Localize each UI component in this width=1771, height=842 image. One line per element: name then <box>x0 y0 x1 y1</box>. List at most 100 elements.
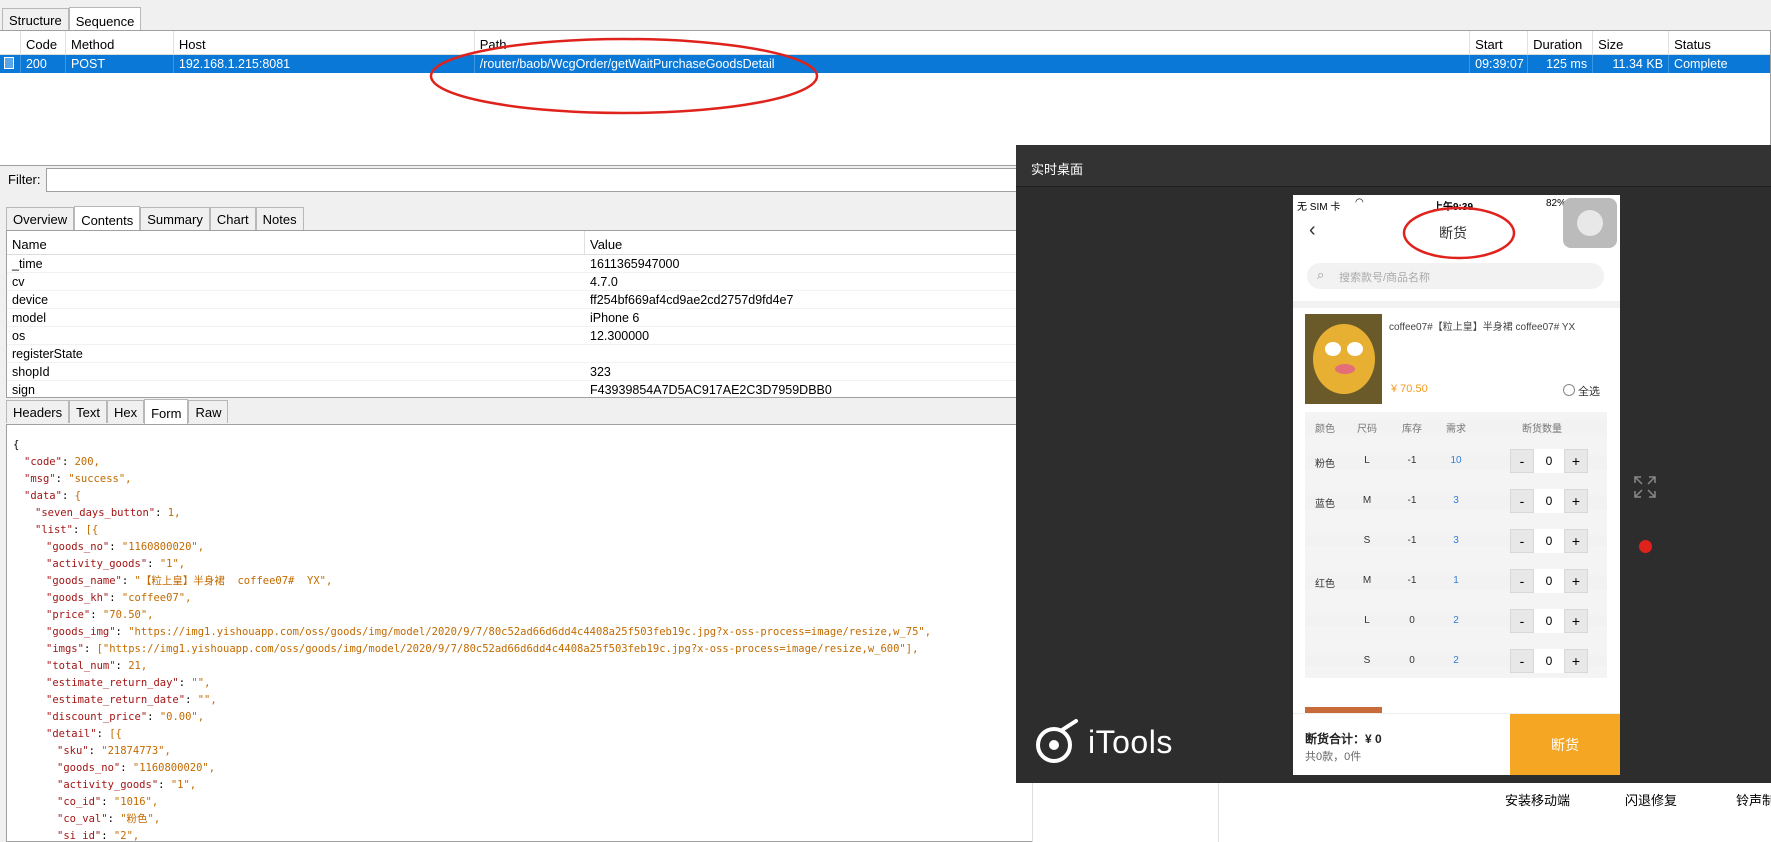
tab-raw[interactable]: Raw <box>188 400 229 423</box>
column-header-host[interactable]: Host <box>174 31 475 54</box>
quantity-value[interactable]: 0 <box>1534 649 1564 673</box>
json-key: "data" <box>24 490 62 502</box>
json-key: "co_id" <box>57 796 102 808</box>
plus-button[interactable]: + <box>1564 609 1588 633</box>
plus-button[interactable]: + <box>1564 449 1588 473</box>
tab-text[interactable]: Text <box>69 400 107 423</box>
quantity-value[interactable]: 0 <box>1534 609 1564 633</box>
json-key: "activity_goods" <box>46 558 148 570</box>
sku-grid-header: 颜色 尺码 库存 需求 断货数量 <box>1305 420 1607 435</box>
form-row-name: sign <box>12 383 35 397</box>
search-area: ⌕ 搜索款号/商品名称 <box>1293 257 1620 301</box>
column-header-start[interactable]: Start <box>1470 31 1529 54</box>
quantity-value[interactable]: 0 <box>1534 569 1564 593</box>
stockout-button[interactable]: 断货 <box>1510 714 1620 775</box>
sku-color <box>1305 535 1345 546</box>
session-host: 192.168.1.215:8081 <box>174 55 475 73</box>
plus-button[interactable]: + <box>1564 489 1588 513</box>
minus-button[interactable]: - <box>1510 529 1534 553</box>
column-header-duration[interactable]: Duration <box>1528 31 1594 54</box>
plus-button[interactable]: + <box>1564 649 1588 673</box>
bg-crash-fix[interactable]: 闪退修复 <box>1625 790 1677 809</box>
bg-install-mobile[interactable]: 安装移动端 <box>1505 790 1570 809</box>
back-icon[interactable]: ‹ <box>1309 219 1316 242</box>
json-value: 200, <box>74 456 100 468</box>
column-header-name[interactable]: Name <box>7 231 585 254</box>
minus-button[interactable]: - <box>1510 649 1534 673</box>
json-colon: : <box>147 711 160 723</box>
json-key: "code" <box>24 456 62 468</box>
product-price: ¥ 70.50 <box>1391 383 1428 395</box>
tab-overview[interactable]: Overview <box>6 207 75 230</box>
session-start: 09:39:07 <box>1470 55 1529 73</box>
json-key: "sku" <box>57 745 89 757</box>
background-divider <box>1218 783 1219 842</box>
minus-button[interactable]: - <box>1510 489 1534 513</box>
sku-size: S <box>1363 535 1371 546</box>
minus-button[interactable]: - <box>1510 609 1534 633</box>
phone-screen: 无 SIM 卡 ◠ 上午9:39 82% ‹ 断货 ⌕ 搜索款号/商品名称 co… <box>1293 195 1620 775</box>
sku-color <box>1305 655 1345 666</box>
json-colon: : <box>96 728 110 740</box>
json-key: "estimate_return_date" <box>46 694 186 706</box>
form-row-name: device <box>12 293 49 307</box>
sku-stock: -1 <box>1407 535 1417 546</box>
json-key: "activity_goods" <box>57 779 159 791</box>
bg-ringtone[interactable]: 铃声制 <box>1736 790 1771 809</box>
sku-demand: 1 <box>1453 575 1459 586</box>
column-header-method[interactable]: Method <box>66 31 174 54</box>
quantity-value[interactable]: 0 <box>1534 489 1564 513</box>
json-key: "co_val" <box>57 813 108 825</box>
document-icon <box>0 55 21 73</box>
column-header-code[interactable]: Code <box>21 31 66 54</box>
json-key: "goods_kh" <box>46 592 110 604</box>
json-value: [{ <box>109 728 122 740</box>
minus-button[interactable]: - <box>1510 569 1534 593</box>
tab-structure[interactable]: Structure <box>2 8 69 31</box>
column-header-path[interactable]: Path <box>475 31 1471 54</box>
product-image[interactable] <box>1305 314 1382 404</box>
json-value: "success", <box>68 473 132 485</box>
sku-grid-header-cell: 颜色 <box>1315 424 1335 435</box>
tab-chart[interactable]: Chart <box>209 207 256 230</box>
json-value: "粉色", <box>120 813 161 825</box>
search-input[interactable]: ⌕ 搜索款号/商品名称 <box>1307 263 1604 289</box>
json-value: 21, <box>128 660 148 672</box>
sku-stock: -1 <box>1407 575 1417 586</box>
column-header-status[interactable]: Status <box>1669 31 1770 54</box>
json-colon: : <box>90 609 103 621</box>
tab-headers[interactable]: Headers <box>6 400 70 423</box>
plus-button[interactable]: + <box>1564 529 1588 553</box>
tab-contents[interactable]: Contents <box>74 206 141 231</box>
tab-hex[interactable]: Hex <box>106 400 145 423</box>
quantity-value[interactable]: 0 <box>1534 449 1564 473</box>
session-row[interactable]: 200 POST 192.168.1.215:8081 /router/baob… <box>0 55 1770 73</box>
column-header-size[interactable]: Size <box>1593 31 1670 54</box>
nav-title: 断货 <box>1439 225 1467 241</box>
tab-notes[interactable]: Notes <box>255 207 304 230</box>
json-colon: : <box>61 456 75 468</box>
status-time: 上午9:39 <box>1433 202 1474 213</box>
json-key: "msg" <box>24 473 56 485</box>
sku-stock: 0 <box>1409 655 1415 666</box>
json-value: ["https://img1.yishouapp.com/oss/goods/i… <box>96 643 919 655</box>
fullscreen-icon[interactable] <box>1633 475 1657 499</box>
assistive-touch-button[interactable] <box>1563 198 1617 248</box>
record-indicator[interactable] <box>1639 540 1652 553</box>
quantity-stepper: -0 + <box>1510 449 1588 473</box>
tab-summary[interactable]: Summary <box>140 207 210 230</box>
json-colon: : <box>72 524 86 536</box>
tab-form[interactable]: Form <box>144 399 189 424</box>
quantity-value[interactable]: 0 <box>1534 529 1564 553</box>
select-all-radio[interactable] <box>1563 384 1575 396</box>
json-colon: : <box>109 541 122 553</box>
session-method: POST <box>66 55 174 73</box>
tab-sequence[interactable]: Sequence <box>68 7 142 32</box>
json-value: { <box>74 490 81 502</box>
wifi-icon: ◠ <box>1355 197 1364 208</box>
plus-button[interactable]: + <box>1564 569 1588 593</box>
json-colon: : <box>121 575 135 587</box>
minus-button[interactable]: - <box>1510 449 1534 473</box>
json-colon: : <box>107 813 121 825</box>
json-colon: : <box>155 507 168 519</box>
